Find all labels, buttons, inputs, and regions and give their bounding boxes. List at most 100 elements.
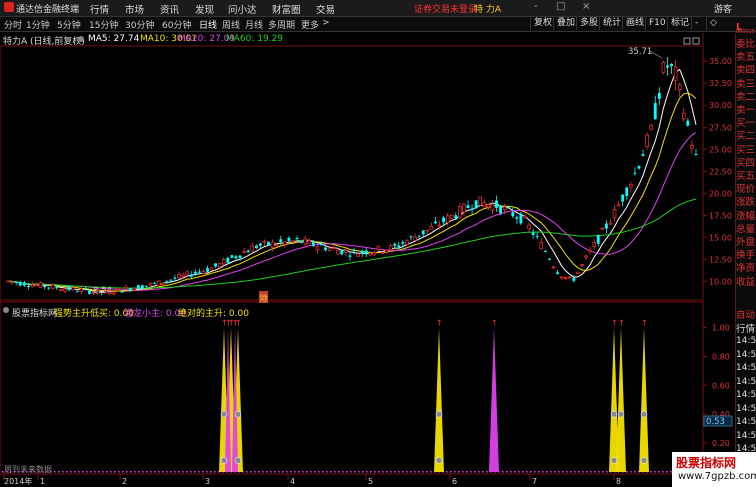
candle-body-up: [331, 247, 336, 250]
baseline-dot: [330, 471, 332, 473]
baseline-dot: [302, 471, 304, 473]
candle-body-up: [576, 271, 580, 275]
ma5-line: [7, 68, 697, 293]
price-tick-label-7: 17.50: [709, 211, 732, 220]
candle-body-up: [449, 214, 454, 219]
candle-body-up: [6, 280, 10, 283]
candle-body-down: [364, 250, 368, 255]
candle-body-down: [621, 194, 625, 202]
candle-body-up: [30, 284, 35, 288]
watermark-url: www.7gpzb.com: [678, 471, 756, 482]
baseline-dot: [518, 471, 520, 473]
candle-body-up: [222, 259, 226, 265]
baseline-dot: [254, 471, 256, 473]
baseline-dot: [138, 471, 140, 473]
baseline-dot: [86, 471, 88, 473]
candle-body-down: [531, 232, 535, 235]
baseline-dot: [338, 471, 340, 473]
baseline-dot: [258, 471, 260, 473]
baseline-dot: [286, 471, 288, 473]
baseline-dot: [574, 471, 576, 473]
spike-arrow-9: ↑: [641, 318, 648, 327]
watermark-title: 股票指标网: [676, 456, 737, 470]
candle-body-up: [445, 215, 450, 223]
future-data-note: 用到未来数据: [4, 464, 52, 474]
candle-body-down: [246, 250, 250, 253]
candle-body-up: [315, 246, 320, 250]
candle-body-up: [413, 236, 417, 241]
baseline-dot: [66, 471, 68, 473]
baseline-dot: [602, 471, 604, 473]
candle-body-up: [303, 238, 307, 245]
candle-body-up: [677, 84, 682, 90]
baseline-dot: [426, 471, 428, 473]
baseline-dot: [194, 471, 196, 473]
candle-body-down: [409, 236, 413, 238]
candle-body-up: [478, 196, 482, 206]
baseline-dot: [126, 471, 128, 473]
baseline-dot: [370, 471, 372, 473]
candle-body-down: [311, 241, 315, 246]
signal-marker-5: [435, 457, 443, 464]
candle-body-up: [38, 282, 43, 288]
baseline-dot: [354, 471, 356, 473]
price-tick-label-6: 20.00: [709, 189, 732, 198]
baseline-dot: [310, 471, 312, 473]
candle-body-up: [356, 253, 360, 257]
baseline-dot: [214, 471, 216, 473]
baseline-dot: [206, 471, 208, 473]
baseline-dot: [666, 471, 668, 473]
baseline-dot: [134, 471, 136, 473]
ma10-line: [7, 92, 697, 292]
panel-time-6: 14:50: [736, 417, 756, 427]
panel-mode-1[interactable]: 行情: [736, 321, 756, 335]
candle-body-down: [18, 281, 22, 286]
candle-body-down: [230, 255, 234, 258]
candle-body-up: [283, 241, 287, 245]
candle-body-down: [625, 187, 629, 196]
candle-body-down: [189, 274, 193, 277]
baseline-dot: [410, 471, 412, 473]
ind-tick-label-0: 1.00: [712, 323, 730, 332]
candle-body-down: [434, 221, 437, 224]
baseline-dot: [522, 471, 524, 473]
candle-body-down: [47, 287, 51, 289]
panel-mode-0[interactable]: 自动: [736, 307, 756, 321]
candle-body-down: [67, 286, 71, 291]
watermark: 股票指标网 www.7gpzb.com: [672, 452, 756, 487]
baseline-dot: [446, 471, 448, 473]
candle-body-up: [462, 203, 466, 213]
candle-body-down: [287, 237, 291, 241]
candle-body-up: [588, 249, 592, 252]
candle-body-down: [596, 234, 600, 244]
chart-canvas[interactable]: ↑ ↑ ↑↑ ↑ ↑ ↑ ↑ ↑ ↑ 35.0032.5030.0027.5025.0022.5…: [0, 0, 735, 487]
time-label-2: 2: [122, 477, 127, 486]
baseline-dot: [558, 471, 560, 473]
candle-body-down: [165, 281, 169, 283]
baseline-dot: [130, 471, 132, 473]
panel-time-1: 14:50: [736, 349, 756, 360]
baseline-dot: [626, 471, 628, 473]
baseline-dot: [530, 471, 532, 473]
candle-body-down: [197, 271, 201, 273]
baseline-dot: [502, 471, 504, 473]
low-price-label: 8.54: [93, 286, 112, 296]
candle-body-down: [258, 243, 262, 246]
baseline-dot: [122, 471, 124, 473]
signal-marker-8: [640, 410, 648, 418]
baseline-dot: [606, 471, 608, 473]
price-tick-label-10: 10.00: [709, 277, 732, 286]
candle-body-down: [507, 206, 511, 208]
candle-body-down: [393, 243, 397, 246]
candle-body-up: [274, 244, 279, 247]
time-label-5: 5: [368, 477, 373, 486]
indicator-spike-9: [639, 327, 649, 472]
candle-body-down: [173, 277, 177, 279]
candle-body-down: [474, 200, 478, 208]
time-label-4: 4: [290, 477, 295, 486]
baseline-dot: [94, 471, 96, 473]
panel-field-1: 卖五: [736, 52, 756, 64]
candle-body-down: [686, 120, 690, 126]
baseline-dot: [470, 471, 472, 473]
candle-body-down: [401, 241, 405, 244]
